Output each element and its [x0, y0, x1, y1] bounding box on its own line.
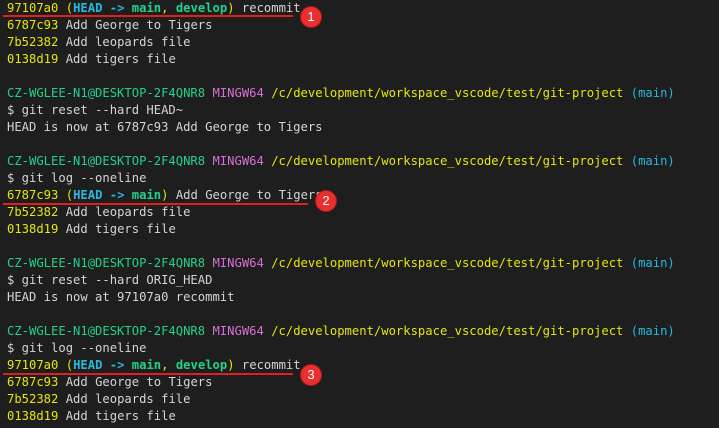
commit-hash: 0138d19	[7, 52, 59, 66]
prompt-shell: MINGW64	[212, 154, 264, 168]
command-output: HEAD is now at 97107a0 recommit	[7, 290, 235, 304]
commit-message: Add leopards file	[65, 205, 191, 219]
prompt-path: /c/development/workspace_vscode/test/git…	[271, 86, 624, 100]
log-line: 97107a0 (HEAD -> main, develop) recommit	[7, 358, 301, 372]
annotation-underline	[3, 373, 293, 375]
commit-message: recommit	[241, 1, 301, 15]
log-line: 0138d19 Add tigers file	[7, 221, 176, 238]
ref-arrow: ->	[109, 358, 125, 372]
branch-ref-main: main	[131, 358, 162, 372]
commit-hash: 7b52382	[7, 205, 59, 219]
prompt-path: /c/development/workspace_vscode/test/git…	[271, 256, 624, 270]
branch-ref-develop: develop	[175, 358, 228, 372]
commit-hash: 97107a0	[7, 358, 59, 372]
head-ref: HEAD	[73, 358, 103, 372]
commit-hash: 7b52382	[7, 392, 59, 406]
annotation-underline	[3, 15, 293, 17]
annotation-marker-3: 3	[301, 365, 321, 385]
commit-message: Add leopards file	[65, 392, 191, 406]
annotation-marker-2: 2	[316, 191, 336, 211]
shell-prompt: CZ-WGLEE-N1@DESKTOP-2F4QNR8 MINGW64 /c/d…	[7, 85, 675, 102]
prompt-branch: (main)	[630, 154, 675, 168]
branch-ref-develop: develop	[175, 1, 228, 15]
ref-arrow: ->	[109, 1, 125, 15]
log-line: 7b52382 Add leopards file	[7, 204, 190, 221]
commit-hash: 97107a0	[7, 1, 59, 15]
commit-message: Add George to Tigers	[65, 375, 213, 389]
log-line: 6787c93 Add George to Tigers	[7, 17, 212, 34]
log-line: 6787c93 Add George to Tigers	[7, 374, 212, 391]
command-line: $ git reset --hard ORIG_HEAD	[7, 273, 213, 287]
branch-ref-main: main	[131, 1, 162, 15]
prompt-shell: MINGW64	[212, 86, 264, 100]
annotation-marker-1: 1	[301, 7, 321, 27]
command-line: $ git log --oneline	[7, 341, 147, 355]
shell-prompt: CZ-WGLEE-N1@DESKTOP-2F4QNR8 MINGW64 /c/d…	[7, 323, 675, 340]
prompt-path: /c/development/workspace_vscode/test/git…	[271, 324, 624, 338]
branch-ref-main: main	[131, 188, 162, 202]
commit-message: recommit	[241, 358, 301, 372]
prompt-user-host: CZ-WGLEE-N1@DESKTOP-2F4QNR8	[7, 324, 206, 338]
commit-message: Add George to Tigers	[175, 188, 323, 202]
commit-hash: 0138d19	[7, 409, 59, 423]
command-line: $ git log --oneline	[7, 171, 147, 185]
annotation-underline	[3, 203, 308, 205]
commit-message: Add leopards file	[65, 35, 191, 49]
commit-hash: 6787c93	[7, 375, 59, 389]
prompt-user-host: CZ-WGLEE-N1@DESKTOP-2F4QNR8	[7, 154, 206, 168]
commit-message: Add tigers file	[65, 222, 176, 236]
command-line: $ git reset --hard HEAD~	[7, 103, 184, 117]
terminal-output[interactable]: 97107a0 (HEAD -> main, develop) recommit…	[0, 0, 719, 428]
shell-prompt: CZ-WGLEE-N1@DESKTOP-2F4QNR8 MINGW64 /c/d…	[7, 153, 675, 170]
commit-hash: 6787c93	[7, 18, 59, 32]
prompt-user-host: CZ-WGLEE-N1@DESKTOP-2F4QNR8	[7, 256, 206, 270]
head-ref: HEAD	[73, 1, 103, 15]
commit-hash: 0138d19	[7, 222, 59, 236]
head-ref: HEAD	[73, 188, 103, 202]
shell-prompt: CZ-WGLEE-N1@DESKTOP-2F4QNR8 MINGW64 /c/d…	[7, 255, 675, 272]
log-line: 6787c93 (HEAD -> main) Add George to Tig…	[7, 188, 323, 202]
prompt-branch: (main)	[630, 324, 675, 338]
command-output: HEAD is now at 6787c93 Add George to Tig…	[7, 120, 323, 134]
commit-hash: 7b52382	[7, 35, 59, 49]
log-line: 7b52382 Add leopards file	[7, 391, 190, 408]
commit-message: Add George to Tigers	[65, 18, 213, 32]
commit-message: Add tigers file	[65, 52, 176, 66]
prompt-shell: MINGW64	[212, 324, 264, 338]
prompt-branch: (main)	[630, 86, 675, 100]
prompt-user-host: CZ-WGLEE-N1@DESKTOP-2F4QNR8	[7, 86, 206, 100]
log-line: 0138d19 Add tigers file	[7, 51, 176, 68]
commit-hash: 6787c93	[7, 188, 59, 202]
prompt-path: /c/development/workspace_vscode/test/git…	[271, 154, 624, 168]
commit-message: Add tigers file	[65, 409, 176, 423]
log-line: 0138d19 Add tigers file	[7, 408, 176, 425]
prompt-shell: MINGW64	[212, 256, 264, 270]
log-line: 7b52382 Add leopards file	[7, 34, 190, 51]
prompt-branch: (main)	[630, 256, 675, 270]
ref-arrow: ->	[109, 188, 125, 202]
